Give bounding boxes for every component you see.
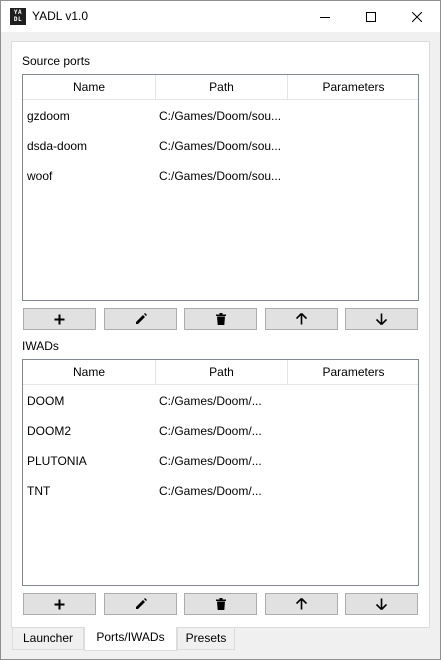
source-ports-list[interactable]: Name Path Parameters gzdoom C:/Games/Doo…: [22, 74, 419, 301]
cell-name: TNT: [27, 484, 51, 498]
move-source-port-down-button[interactable]: [345, 308, 418, 330]
column-header-path[interactable]: Path: [156, 75, 287, 100]
trash-icon: [215, 598, 226, 610]
title-bar[interactable]: YA DL YADL v1.0: [1, 1, 440, 32]
source-ports-label: Source ports: [22, 54, 91, 68]
table-row[interactable]: dsda-doom C:/Games/Doom/sou...: [23, 131, 418, 161]
column-header-parameters[interactable]: Parameters: [288, 75, 419, 100]
edit-source-port-button[interactable]: [104, 308, 177, 330]
iwads-header: Name Path Parameters: [23, 360, 418, 385]
arrow-up-icon: [296, 313, 307, 325]
minimize-icon: [320, 16, 330, 18]
move-source-port-up-button[interactable]: [265, 308, 338, 330]
plus-icon: [54, 599, 65, 609]
move-iwad-down-button[interactable]: [345, 593, 418, 615]
iwads-label: IWADs: [22, 339, 59, 353]
cell-path: C:/Games/Doom/...: [159, 454, 262, 468]
arrow-down-icon: [376, 313, 387, 325]
add-source-port-button[interactable]: [23, 308, 96, 330]
add-iwad-button[interactable]: [23, 593, 96, 615]
close-button[interactable]: [394, 1, 440, 32]
plus-icon: [54, 314, 65, 324]
cell-parameters: [291, 161, 417, 191]
tab-launcher[interactable]: Launcher: [12, 628, 84, 650]
cell-parameters: [291, 416, 417, 446]
cell-path: C:/Games/Doom/sou...: [159, 139, 282, 153]
arrow-up-icon: [296, 598, 307, 610]
pencil-icon: [135, 598, 147, 609]
table-row[interactable]: TNT C:/Games/Doom/...: [23, 476, 418, 506]
table-row[interactable]: DOOM2 C:/Games/Doom/...: [23, 416, 418, 446]
cell-name: woof: [27, 169, 53, 183]
cell-name: DOOM: [27, 394, 65, 408]
cell-path: C:/Games/Doom/...: [159, 484, 262, 498]
column-header-path[interactable]: Path: [156, 360, 287, 385]
pencil-icon: [135, 313, 147, 324]
delete-iwad-button[interactable]: [184, 593, 257, 615]
cell-name: DOOM2: [27, 424, 72, 438]
cell-parameters: [291, 131, 417, 161]
column-header-parameters[interactable]: Parameters: [288, 360, 419, 385]
close-icon: [412, 11, 422, 22]
cell-name: dsda-doom: [27, 139, 88, 153]
column-header-name[interactable]: Name: [23, 360, 155, 385]
column-header-name[interactable]: Name: [23, 75, 155, 100]
table-row[interactable]: DOOM C:/Games/Doom/...: [23, 386, 418, 416]
move-iwad-up-button[interactable]: [265, 593, 338, 615]
iwads-list[interactable]: Name Path Parameters DOOM C:/Games/Doom/…: [22, 359, 419, 586]
cell-parameters: [291, 446, 417, 476]
cell-path: C:/Games/Doom/...: [159, 424, 262, 438]
cell-parameters: [291, 101, 417, 131]
cell-path: C:/Games/Doom/sou...: [159, 169, 282, 183]
delete-source-port-button[interactable]: [184, 308, 257, 330]
maximize-icon: [366, 11, 376, 22]
table-row[interactable]: gzdoom C:/Games/Doom/sou...: [23, 101, 418, 131]
cell-name: gzdoom: [27, 109, 70, 123]
cell-parameters: [291, 476, 417, 506]
table-row[interactable]: PLUTONIA C:/Games/Doom/...: [23, 446, 418, 476]
maximize-button[interactable]: [348, 1, 394, 32]
cell-parameters: [291, 386, 417, 416]
tab-page-ports-iwads: Source ports Name Path Parameters gzdoom…: [11, 41, 430, 628]
table-row[interactable]: woof C:/Games/Doom/sou...: [23, 161, 418, 191]
source-ports-header: Name Path Parameters: [23, 75, 418, 100]
window-title: YADL v1.0: [32, 9, 89, 23]
tab-ports-iwads[interactable]: Ports/IWADs: [84, 627, 177, 651]
edit-iwad-button[interactable]: [104, 593, 177, 615]
tab-presets[interactable]: Presets: [177, 628, 235, 650]
cell-path: C:/Games/Doom/sou...: [159, 109, 282, 123]
yadl-app-icon: YA DL: [10, 8, 26, 25]
minimize-button[interactable]: [302, 1, 348, 32]
cell-path: C:/Games/Doom/...: [159, 394, 262, 408]
arrow-down-icon: [376, 598, 387, 610]
trash-icon: [215, 313, 226, 325]
app-window: YA DL YADL v1.0 Source ports Name Path P…: [0, 0, 441, 660]
cell-name: PLUTONIA: [27, 454, 87, 468]
